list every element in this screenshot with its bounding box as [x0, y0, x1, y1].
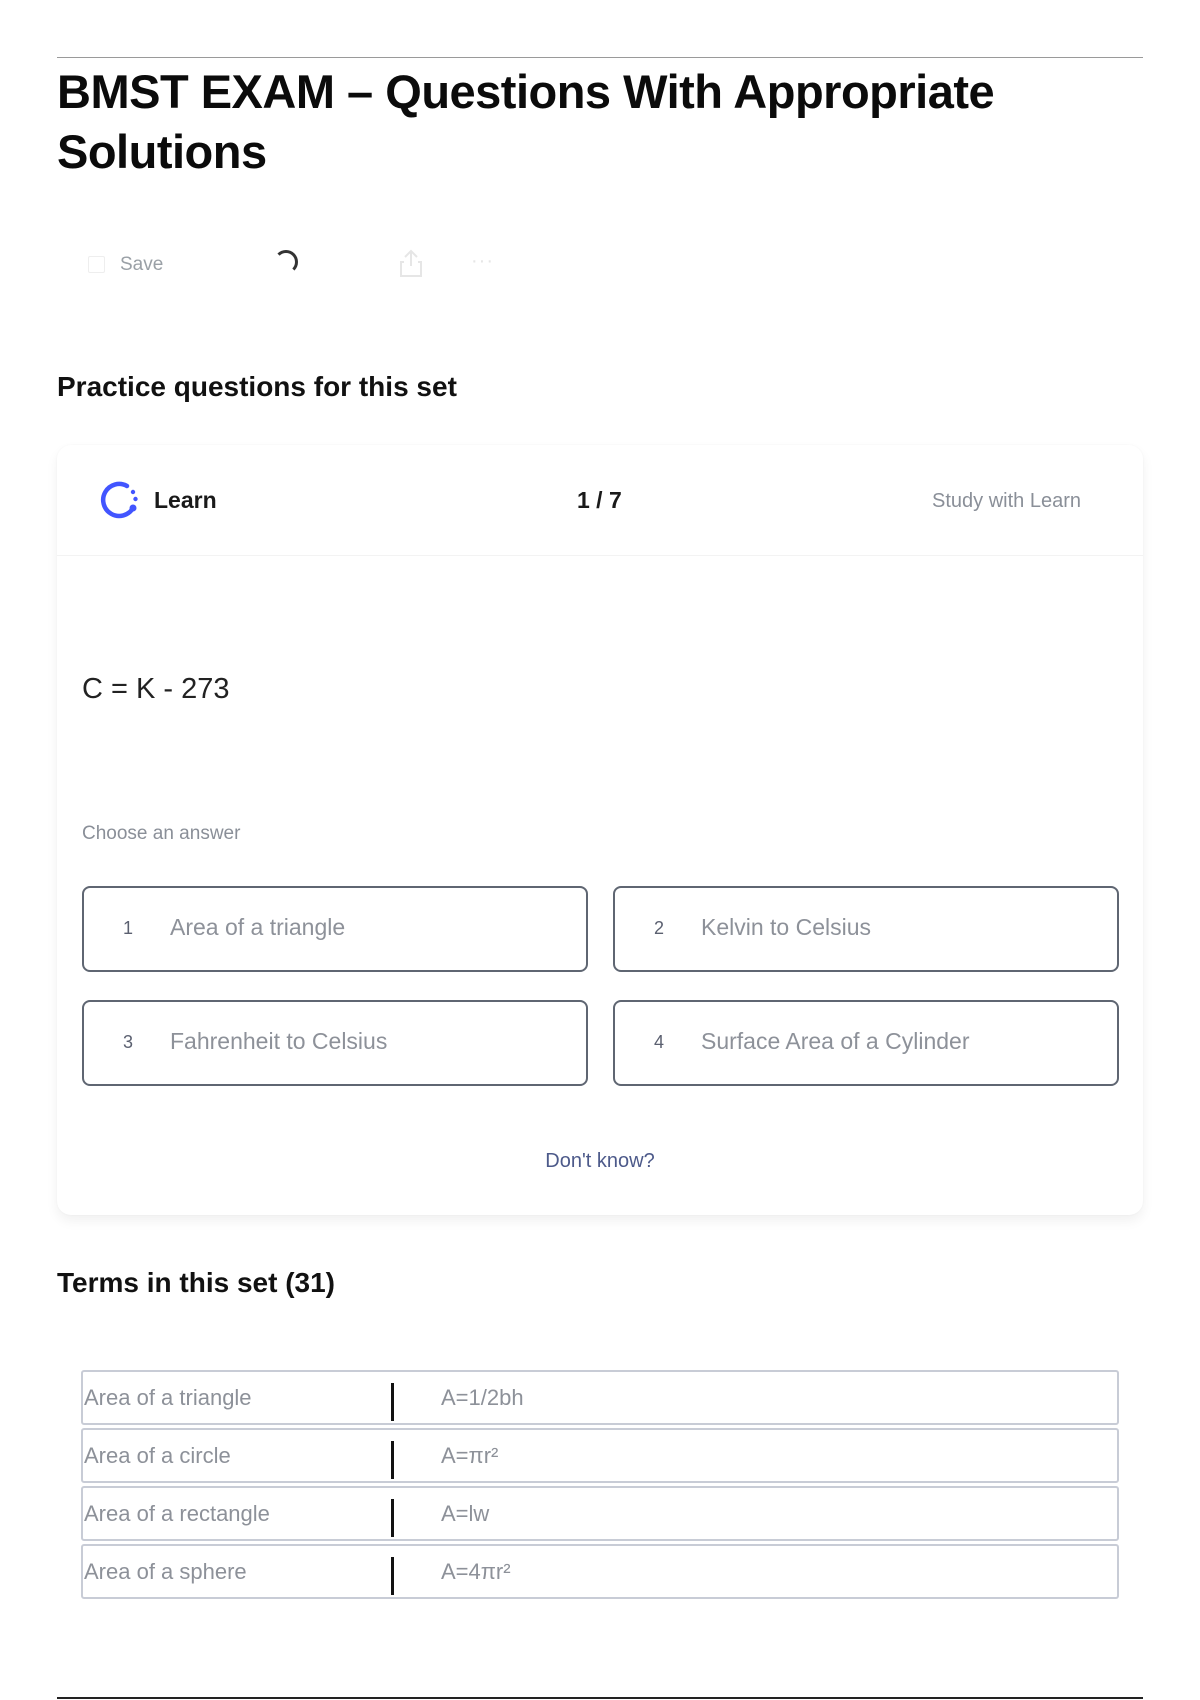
top-divider	[57, 57, 1143, 58]
definition-text: A=1/2bh	[441, 1385, 524, 1410]
term-text: Area of a triangle	[84, 1385, 252, 1410]
loading-spinner-icon	[274, 250, 298, 274]
practice-heading: Practice questions for this set	[57, 371, 457, 402]
more-icon[interactable]: ···	[471, 250, 494, 273]
term-row: Area of a triangle A=1/2bh	[81, 1370, 1119, 1425]
column-divider	[391, 1557, 394, 1595]
study-with-learn-link[interactable]: Study with Learn	[932, 490, 1081, 513]
option-text: Fahrenheit to Celsius	[170, 1028, 388, 1054]
answer-option-3[interactable]: 3 Fahrenheit to Celsius	[82, 1000, 588, 1086]
option-number: 2	[654, 918, 665, 938]
share-icon[interactable]	[398, 248, 424, 278]
column-divider	[391, 1383, 394, 1421]
option-text: Surface Area of a Cylinder	[701, 1028, 970, 1054]
option-number: 3	[123, 1032, 134, 1052]
page-title: BMST EXAM – Questions With Appropriate S…	[57, 65, 995, 178]
term-row: Area of a circle A=πr²	[81, 1428, 1119, 1483]
terms-list: Area of a triangle A=1/2bh Area of a cir…	[81, 1370, 1119, 1602]
answer-option-2[interactable]: 2 Kelvin to Celsius	[613, 886, 1119, 972]
term-text: Area of a sphere	[84, 1559, 247, 1584]
term-text: Area of a circle	[84, 1443, 231, 1468]
definition-text: A=πr²	[441, 1443, 499, 1468]
option-number: 4	[654, 1032, 665, 1052]
question-prompt: C = K - 273	[82, 673, 230, 705]
option-text: Area of a triangle	[170, 914, 346, 940]
option-number: 1	[123, 918, 134, 938]
choose-answer-label: Choose an answer	[82, 823, 241, 844]
term-row: Area of a sphere A=4πr²	[81, 1544, 1119, 1599]
card-header: Learn 1 / 7 Study with Learn	[57, 445, 1143, 556]
save-checkbox[interactable]	[88, 256, 105, 273]
column-divider	[391, 1441, 394, 1479]
term-row: Area of a rectangle A=lw	[81, 1486, 1119, 1541]
save-button[interactable]: Save	[120, 254, 163, 276]
term-text: Area of a rectangle	[84, 1501, 270, 1526]
definition-text: A=4πr²	[441, 1559, 511, 1584]
question-progress: 1 / 7	[577, 487, 622, 513]
answer-option-4[interactable]: 4 Surface Area of a Cylinder	[613, 1000, 1119, 1086]
definition-text: A=lw	[441, 1501, 490, 1526]
terms-heading: Terms in this set (31)	[57, 1267, 336, 1298]
column-divider	[391, 1499, 394, 1537]
option-text: Kelvin to Celsius	[701, 914, 872, 940]
learn-label: Learn	[154, 487, 217, 513]
toolbar: Save ···	[86, 248, 526, 284]
practice-card: Learn 1 / 7 Study with Learn C = K - 273…	[57, 445, 1143, 1215]
dont-know-link[interactable]: Don't know?	[57, 1150, 1143, 1173]
answer-option-1[interactable]: 1 Area of a triangle	[82, 886, 588, 972]
learn-progress-icon	[97, 478, 141, 522]
bottom-divider	[57, 1697, 1143, 1699]
